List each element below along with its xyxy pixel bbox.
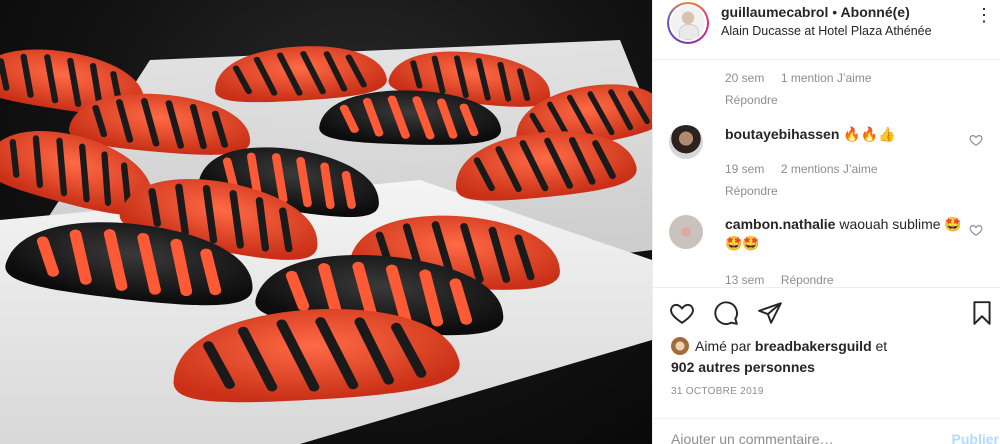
reply-button[interactable]: Répondre <box>725 93 872 107</box>
comment-likes[interactable]: 1 mention J’aime <box>781 71 872 85</box>
comment-meta: 20 sem 1 mention J’aime Répondre <box>725 69 872 107</box>
comment-body: cambon.nathalie waouah sublime 🤩🤩🤩 <box>725 215 965 253</box>
liked-by-conj: et <box>875 338 888 354</box>
save-bookmark-icon[interactable] <box>969 300 995 326</box>
reply-button[interactable]: Répondre <box>725 184 878 198</box>
more-options-icon[interactable]: ⋮ <box>975 6 993 24</box>
publish-button[interactable]: Publier <box>952 431 999 444</box>
comment-meta: 13 sem Répondre <box>725 271 834 287</box>
pastry-illustration <box>0 0 652 444</box>
post-photo[interactable] <box>0 0 652 444</box>
comment-time[interactable]: 20 sem <box>725 71 764 85</box>
likes-summary: Aimé par breadbakersguild et 902 autres … <box>671 336 991 378</box>
separator-dot: • <box>832 4 838 20</box>
commenter-username[interactable]: boutayebihassen <box>725 126 839 142</box>
post-location[interactable]: Alain Ducasse at Hotel Plaza Athénée <box>721 24 932 38</box>
author-username[interactable]: guillaumecabrol <box>721 4 828 20</box>
comment-time[interactable]: 19 sem <box>725 162 764 176</box>
liker-avatar[interactable] <box>671 337 689 355</box>
comment-meta: 19 sem 2 mentions J’aime Répondre <box>725 160 878 198</box>
reply-button[interactable]: Répondre <box>781 273 834 287</box>
commenter-avatar[interactable] <box>669 215 703 249</box>
commenter-username[interactable]: cambon.nathalie <box>725 216 835 232</box>
like-heart-icon[interactable] <box>669 300 695 326</box>
share-paper-plane-icon[interactable] <box>757 300 783 326</box>
other-likes-count[interactable]: 902 autres personnes <box>671 359 815 375</box>
liked-by-prefix: Aimé par <box>695 338 752 354</box>
like-comment-heart-icon[interactable] <box>969 223 983 237</box>
post-date[interactable]: 31 OCTOBRE 2019 <box>671 386 764 397</box>
comments-list[interactable]: 20 sem 1 mention J’aime Répondre boutaye… <box>653 61 1000 287</box>
comment-time[interactable]: 13 sem <box>725 273 764 287</box>
add-comment-input[interactable] <box>671 431 921 444</box>
add-comment-bar: Publier <box>653 418 1000 444</box>
author-line: guillaumecabrol • Abonné(e) <box>721 4 910 20</box>
like-comment-heart-icon[interactable] <box>969 133 983 147</box>
comment-likes[interactable]: 2 mentions J’aime <box>781 162 878 176</box>
author-avatar[interactable] <box>667 2 709 44</box>
action-bar <box>653 287 1000 335</box>
comment-bubble-icon[interactable] <box>713 300 739 326</box>
follow-status[interactable]: Abonné(e) <box>841 4 910 20</box>
post-sidebar: guillaumecabrol • Abonné(e) Alain Ducass… <box>652 0 1000 444</box>
post-header: guillaumecabrol • Abonné(e) Alain Ducass… <box>653 0 1000 60</box>
comment-body: boutayebihassen 🔥🔥👍 <box>725 125 965 144</box>
comment-text: 🔥🔥👍 <box>843 126 896 142</box>
commenter-avatar[interactable] <box>669 125 703 159</box>
liker-username[interactable]: breadbakersguild <box>755 338 872 354</box>
